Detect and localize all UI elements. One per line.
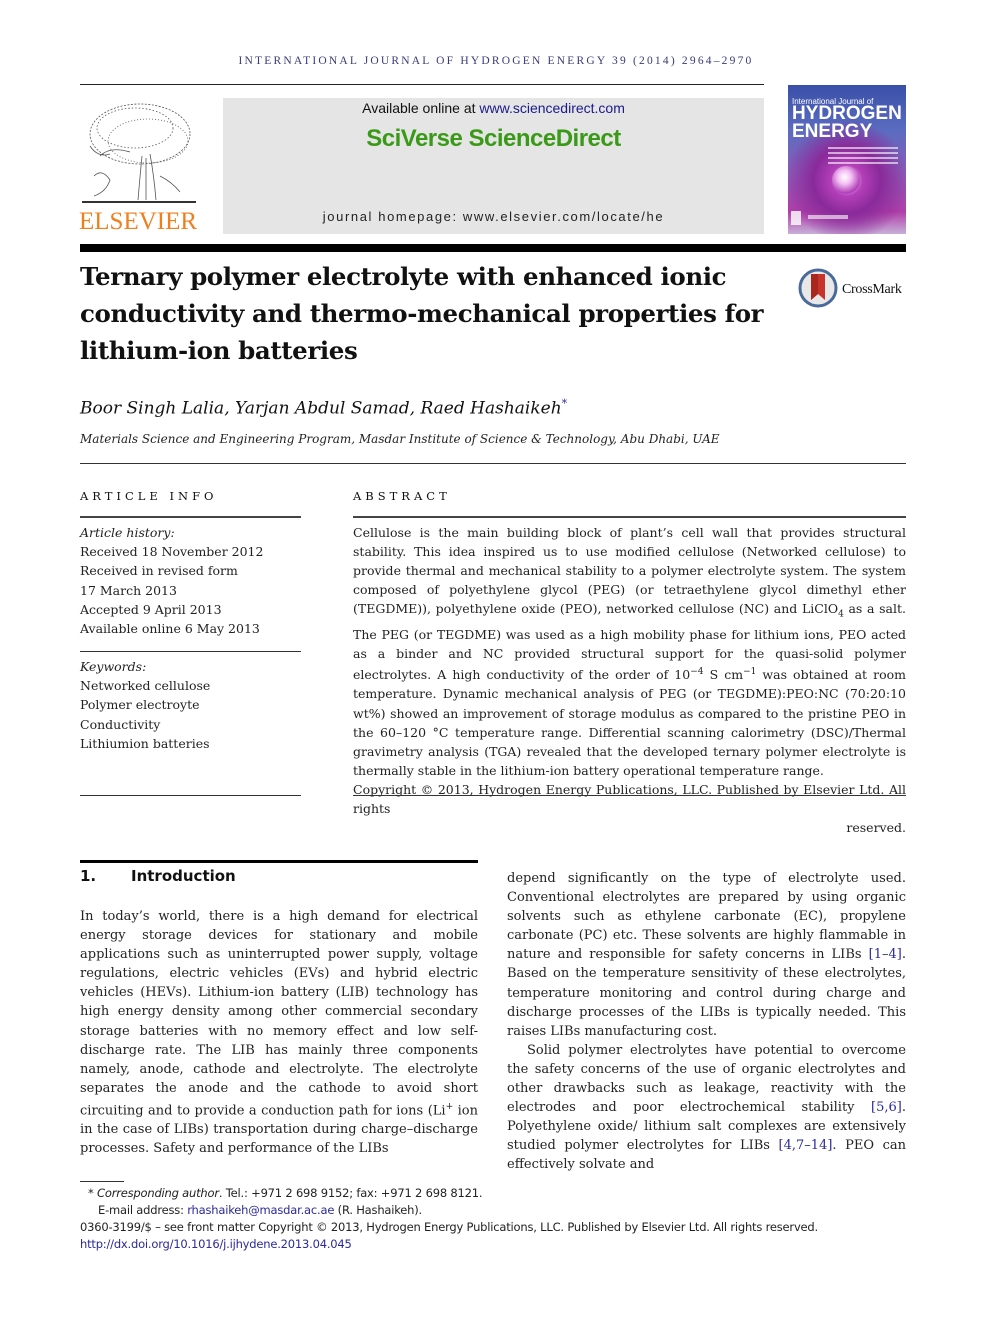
history-item: Received 18 November 2012 [80,544,264,560]
history-item: Received in revised form [80,563,238,579]
crossmark-label[interactable]: CrossMark [842,282,902,298]
elsevier-tree-logo-icon [82,103,196,203]
section-number: 1. [80,867,97,885]
email-suffix: (R. Hashaikeh). [334,1203,423,1217]
cover-editor-lines [828,147,898,167]
email-note: E-mail address: rhashaikeh@masdar.ac.ae … [80,1202,920,1219]
footnote-mark: * [88,1186,94,1200]
footnotes: * Corresponding author. Tel.: +971 2 698… [80,1185,920,1253]
abstract-copyright-end: reserved. [846,820,906,836]
section-divider [80,463,906,464]
keyword-item: Polymer electroyte [80,697,200,713]
keywords: Keywords: Networked cellulose Polymer el… [80,657,301,753]
article-info-end-rule [80,795,301,796]
introduction-left-column: In today’s world, there is a high demand… [80,907,478,1159]
body-text: In today’s world, there is a high demand… [80,909,478,1119]
keyword-item: Lithiumion batteries [80,735,210,751]
doi-link[interactable]: http://dx.doi.org/10.1016/j.ijhydene.201… [80,1237,352,1251]
abstract-rule [353,516,906,518]
citation-link[interactable]: [5,6] [871,1100,902,1115]
body-paragraph: Solid polymer electrolytes have potentia… [507,1041,906,1175]
abstract-body: Cellulose is the main building block of … [353,523,906,837]
abstract-text: S cm [703,667,744,683]
issn-copyright: 0360-3199/$ – see front matter Copyright… [80,1220,818,1234]
keywords-rule [80,651,301,652]
abstract-superscript: −1 [743,667,757,678]
citation-link[interactable]: [1–4] [869,947,902,962]
article-history-label: Article history: [80,525,175,540]
abstract-heading: ABSTRACT [353,489,451,503]
citation-link[interactable]: [4,7–14] [779,1138,833,1153]
abstract-end-rule [353,795,906,796]
available-online-prefix: Available online at [362,100,480,116]
cover-orb-graphic [832,166,860,194]
keyword-item: Conductivity [80,716,161,732]
introduction-rule [80,860,478,863]
abstract-superscript: −4 [690,667,704,678]
cover-title-energy: ENERGY [792,121,873,142]
article-info-rule [80,516,301,518]
abstract-copyright: Copyright © 2013, Hydrogen Energy Public… [353,781,906,816]
affiliation: Materials Science and Engineering Progra… [80,432,720,446]
journal-cover-image: International Journal of HYDROGEN ENERGY [788,85,906,234]
introduction-right-column: depend significantly on the type of elec… [507,869,906,1175]
sciencedirect-link[interactable]: www.sciencedirect.com [479,100,625,116]
corresponding-label: Corresponding author [97,1186,219,1200]
email-link[interactable]: rhashaikeh@masdar.ac.ae [187,1203,334,1217]
title-rule [80,244,906,252]
keywords-label: Keywords: [80,659,147,674]
body-superscript: + [445,1101,454,1112]
header-rule [80,84,764,85]
body-paragraph: depend significantly on the type of elec… [507,869,906,1041]
cover-society-badge-icon [791,211,801,225]
authors-names: Boor Singh Lalia, Yarjan Abdul Samad, Ra… [80,398,562,419]
footnote-rule [80,1181,124,1182]
body-text: Solid polymer electrolytes have potentia… [507,1042,906,1116]
elsevier-wordmark: ELSEVIER [79,208,198,235]
corresponding-author-note: * Corresponding author. Tel.: +971 2 698… [80,1185,920,1202]
cover-sciencedirect-mark [808,215,848,219]
article-info-heading: ARTICLE INFO [80,489,218,503]
journal-homepage[interactable]: journal homepage: www.elsevier.com/locat… [223,209,764,224]
history-item: 17 March 2013 [80,582,177,598]
article-history: Article history: Received 18 November 20… [80,523,301,638]
abstract-text: was obtained at room temperature. Dynami… [353,667,906,778]
sciencedirect-brand: SciVerse ScienceDirect [366,125,621,152]
article-title: Ternary polymer electrolyte with enhance… [80,262,764,365]
abstract-paragraph: Cellulose is the main building block of … [353,523,906,780]
body-text: depend significantly on the type of elec… [507,871,906,963]
history-item: Available online 6 May 2013 [80,621,260,637]
section-title: Introduction [131,867,236,885]
email-label: E-mail address: [98,1203,188,1217]
keyword-item: Networked cellulose [80,678,211,694]
history-item: Accepted 9 April 2013 [80,601,222,617]
available-online-text: Available online at www.sciencedirect.co… [223,100,764,116]
contact-info: . Tel.: +971 2 698 9152; fax: +971 2 698… [218,1186,483,1200]
corresponding-author-mark[interactable]: * [562,397,568,410]
running-head: INTERNATIONAL JOURNAL OF HYDROGEN ENERGY… [238,55,754,67]
cover-journal-title: HYDROGEN ENERGY [792,104,902,142]
crossmark-icon[interactable] [798,268,838,308]
author-list: Boor Singh Lalia, Yarjan Abdul Samad, Ra… [80,397,567,419]
abstract-text: Cellulose is the main building block of … [353,525,906,617]
